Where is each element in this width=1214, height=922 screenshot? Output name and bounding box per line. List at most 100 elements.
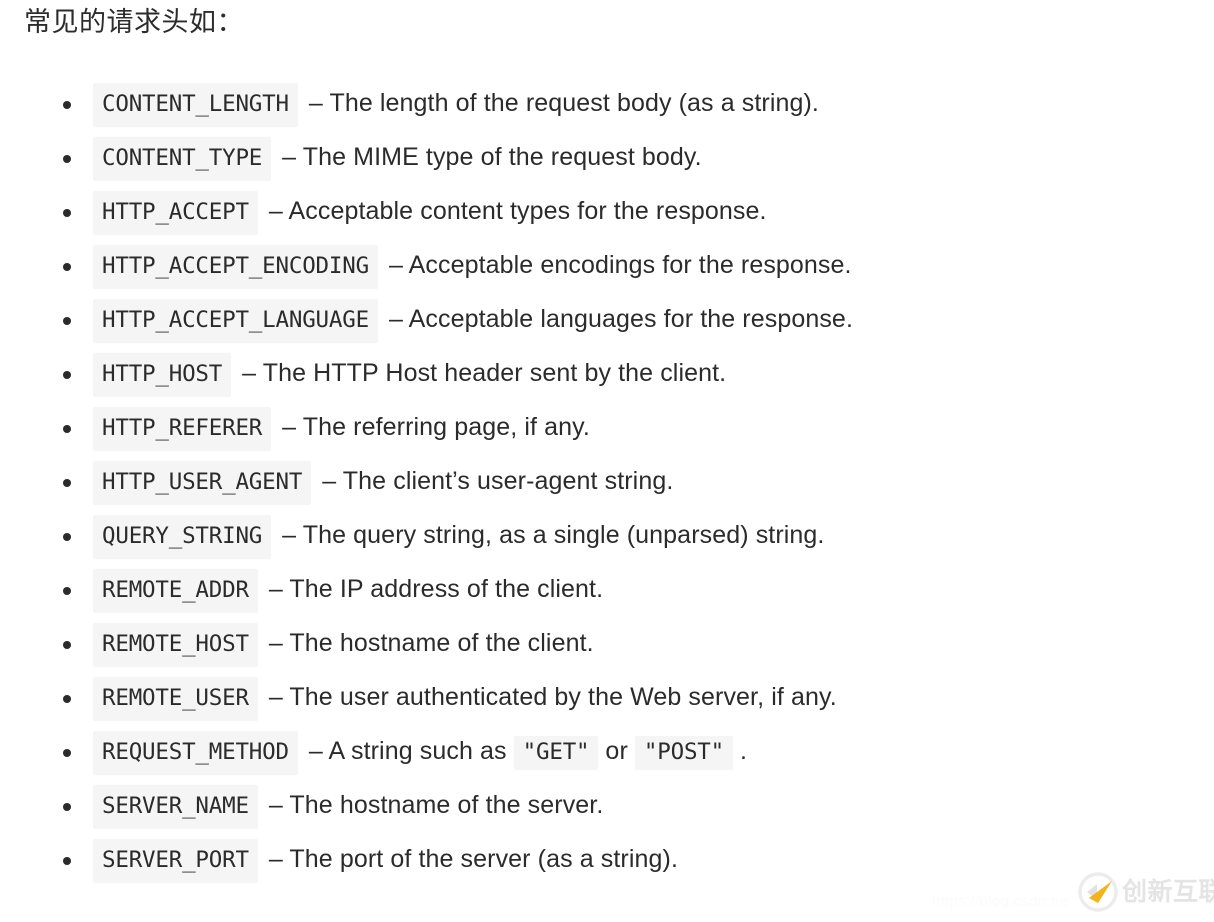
header-description: – The port of the server (as a string). xyxy=(269,842,678,876)
header-description: – The client’s user-agent string. xyxy=(322,464,673,498)
header-description: – Acceptable content types for the respo… xyxy=(269,194,767,228)
bullet-icon xyxy=(63,857,71,865)
list-item: REMOTE_HOST – The hostname of the client. xyxy=(0,618,1214,672)
list-item-body: QUERY_STRING – The query string, as a sin… xyxy=(93,515,824,559)
bullet-icon xyxy=(63,425,71,433)
description-text: – The query string, as a single (unparse… xyxy=(282,521,825,549)
list-item-body: REQUEST_METHOD – A string such as "GET" o… xyxy=(93,731,747,775)
list-item: REQUEST_METHOD – A string such as "GET" o… xyxy=(0,726,1214,780)
bullet-icon xyxy=(63,263,71,271)
header-name-code: HTTP_HOST xyxy=(93,353,232,397)
list-item-body: CONTENT_LENGTH – The length of the reques… xyxy=(93,83,819,127)
list-item-body: HTTP_REFERER – The referring page, if any… xyxy=(93,407,590,451)
list-item-body: HTTP_ACCEPT – Acceptable content types fo… xyxy=(93,191,767,235)
header-name-code: HTTP_ACCEPT_ENCODING xyxy=(93,245,378,289)
header-name-code: HTTP_REFERER xyxy=(93,407,272,451)
list-item: SERVER_PORT – The port of the server (as … xyxy=(0,834,1214,888)
bullet-icon xyxy=(63,371,71,379)
request-headers-list: CONTENT_LENGTH – The length of the reques… xyxy=(0,78,1214,888)
header-name-code: REQUEST_METHOD xyxy=(93,731,298,775)
list-item-body: HTTP_ACCEPT_ENCODING – Acceptable encodin… xyxy=(93,245,852,289)
header-description: – Acceptable encodings for the response. xyxy=(389,248,852,282)
list-item: SERVER_NAME – The hostname of the server. xyxy=(0,780,1214,834)
list-item-body: HTTP_ACCEPT_LANGUAGE – Acceptable languag… xyxy=(93,299,853,343)
description-text: – Acceptable languages for the response. xyxy=(388,305,853,333)
bullet-icon xyxy=(63,101,71,109)
description-text: – Acceptable encodings for the response. xyxy=(388,251,852,279)
header-name-code: CONTENT_TYPE xyxy=(93,137,272,181)
description-text: – The length of the request body (as a s… xyxy=(308,89,819,117)
description-text: or xyxy=(598,737,635,765)
bullet-icon xyxy=(63,749,71,757)
header-description: – The referring page, if any. xyxy=(282,410,590,444)
header-name-code: QUERY_STRING xyxy=(93,515,272,559)
header-description: – The hostname of the client. xyxy=(269,626,594,660)
bullet-icon xyxy=(63,209,71,217)
bullet-icon xyxy=(63,641,71,649)
description-text: – A string such as xyxy=(308,737,514,765)
header-description: – The MIME type of the request body. xyxy=(282,140,702,174)
list-item: REMOTE_USER – The user authenticated by t… xyxy=(0,672,1214,726)
header-name-code: REMOTE_HOST xyxy=(93,623,258,667)
source-url-watermark: https://blog.csdn.ne xyxy=(932,893,1069,910)
list-item: QUERY_STRING – The query string, as a sin… xyxy=(0,510,1214,564)
list-item-body: HTTP_HOST – The HTTP Host header sent by … xyxy=(93,353,726,397)
list-item: HTTP_REFERER – The referring page, if any… xyxy=(0,402,1214,456)
header-name-code: SERVER_NAME xyxy=(93,785,258,829)
description-text: – The user authenticated by the Web serv… xyxy=(268,683,837,711)
list-item: CONTENT_TYPE – The MIME type of the reque… xyxy=(0,132,1214,186)
header-description: – Acceptable languages for the response. xyxy=(389,302,853,336)
page-heading: 常见的请求头如： xyxy=(24,7,244,37)
list-item-body: REMOTE_HOST – The hostname of the client. xyxy=(93,623,594,667)
header-description: – The HTTP Host header sent by the clien… xyxy=(242,356,726,390)
bullet-icon xyxy=(63,803,71,811)
list-item-body: REMOTE_USER – The user authenticated by t… xyxy=(93,677,837,721)
list-item: HTTP_ACCEPT_ENCODING – Acceptable encodin… xyxy=(0,240,1214,294)
header-description: – The IP address of the client. xyxy=(269,572,603,606)
list-item: HTTP_ACCEPT_LANGUAGE – Acceptable languag… xyxy=(0,294,1214,348)
inline-value-code: "POST" xyxy=(634,736,733,770)
header-description: – A string such as "GET" or "POST" . xyxy=(308,734,748,770)
list-item: HTTP_USER_AGENT – The client’s user-agent… xyxy=(0,456,1214,510)
list-item-body: REMOTE_ADDR – The IP address of the clien… xyxy=(93,569,603,613)
description-text: – The HTTP Host header sent by the clien… xyxy=(242,359,727,387)
header-name-code: REMOTE_USER xyxy=(93,677,258,721)
list-item: HTTP_HOST – The HTTP Host header sent by … xyxy=(0,348,1214,402)
description-text: – The client’s user-agent string. xyxy=(322,467,674,495)
header-name-code: HTTP_ACCEPT_LANGUAGE xyxy=(93,299,378,343)
bullet-icon xyxy=(63,155,71,163)
brand-name: 创新互联 xyxy=(1122,878,1214,906)
list-item-body: SERVER_NAME – The hostname of the server. xyxy=(93,785,603,829)
description-text: – Acceptable content types for the respo… xyxy=(268,197,767,225)
bullet-icon xyxy=(63,587,71,595)
header-description: – The length of the request body (as a s… xyxy=(309,86,819,120)
list-item-body: SERVER_PORT – The port of the server (as … xyxy=(93,839,678,883)
header-description: – The user authenticated by the Web serv… xyxy=(269,680,837,714)
description-text: – The port of the server (as a string). xyxy=(268,845,678,873)
bullet-icon xyxy=(63,695,71,703)
list-item-body: HTTP_USER_AGENT – The client’s user-agent… xyxy=(93,461,673,505)
description-text: – The hostname of the client. xyxy=(268,629,594,657)
description-text: – The hostname of the server. xyxy=(268,791,604,819)
list-item: CONTENT_LENGTH – The length of the reques… xyxy=(0,78,1214,132)
header-name-code: SERVER_PORT xyxy=(93,839,258,883)
header-name-code: HTTP_USER_AGENT xyxy=(93,461,312,505)
description-text: – The IP address of the client. xyxy=(268,575,604,603)
bullet-icon xyxy=(63,479,71,487)
description-text: – The referring page, if any. xyxy=(282,413,590,441)
list-item-body: CONTENT_TYPE – The MIME type of the reque… xyxy=(93,137,702,181)
inline-value-code: "GET" xyxy=(513,736,599,770)
list-item: REMOTE_ADDR – The IP address of the clien… xyxy=(0,564,1214,618)
description-text: – The MIME type of the request body. xyxy=(282,143,702,171)
header-name-code: REMOTE_ADDR xyxy=(93,569,258,613)
list-item: HTTP_ACCEPT – Acceptable content types fo… xyxy=(0,186,1214,240)
header-description: – The query string, as a single (unparse… xyxy=(282,518,824,552)
header-name-code: CONTENT_LENGTH xyxy=(93,83,298,127)
bullet-icon xyxy=(63,533,71,541)
bullet-icon xyxy=(63,317,71,325)
document-page: 常见的请求头如： CONTENT_LENGTH – The length of t… xyxy=(0,0,1214,922)
header-description: – The hostname of the server. xyxy=(269,788,604,822)
brand-swoosh-icon xyxy=(1078,872,1118,912)
header-name-code: HTTP_ACCEPT xyxy=(93,191,258,235)
description-text: . xyxy=(733,737,748,765)
